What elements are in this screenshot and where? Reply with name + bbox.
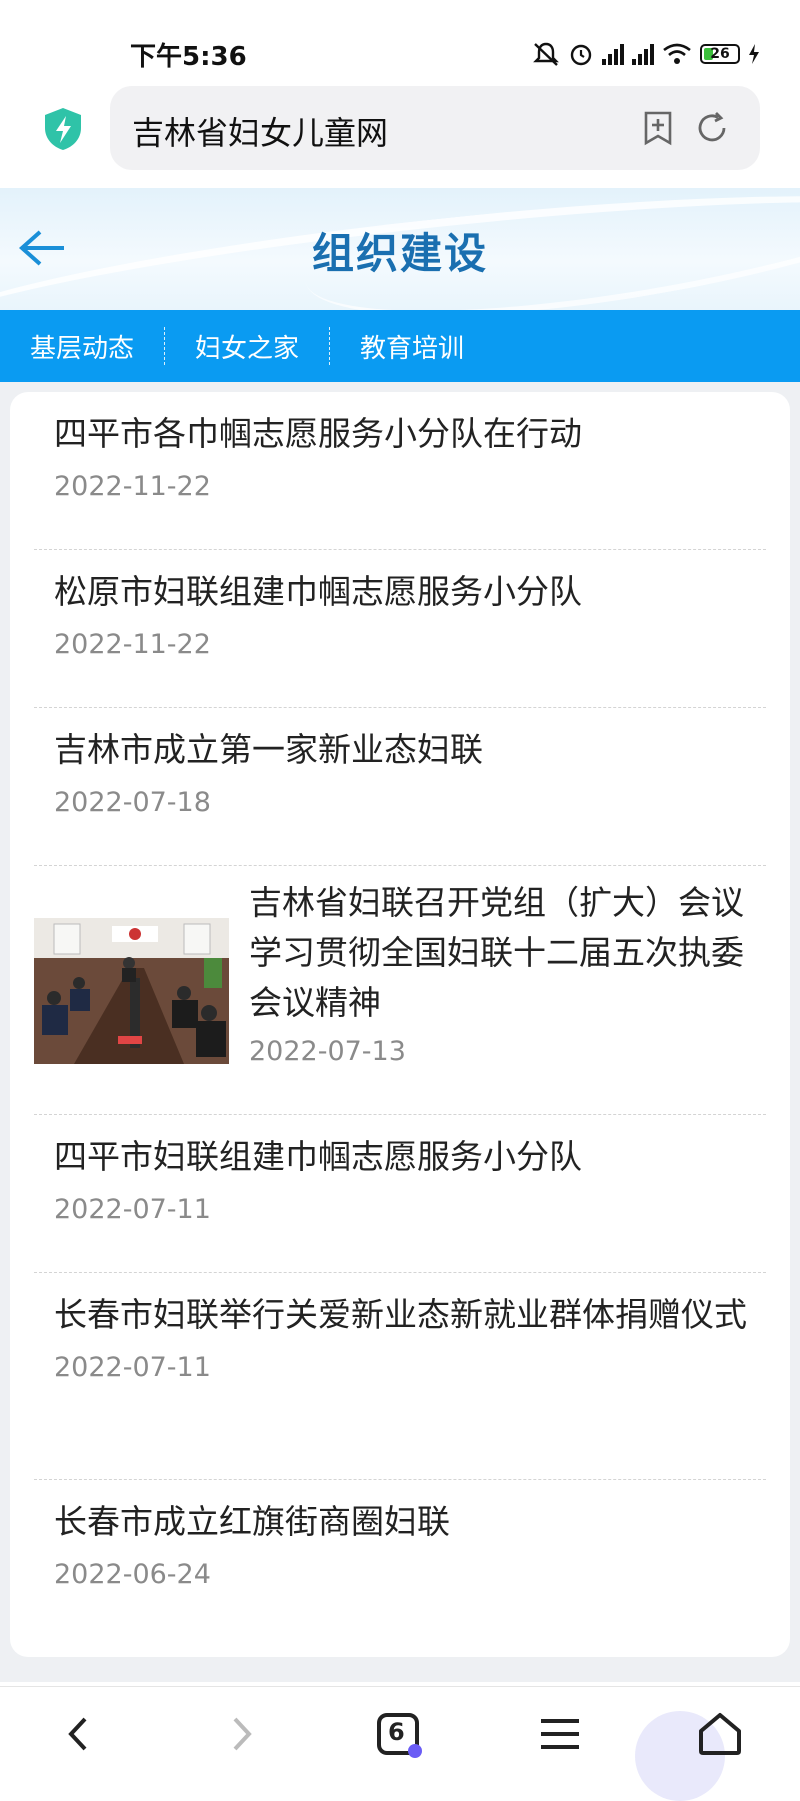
signal-icon-1 (602, 43, 624, 65)
page-title: 组织建设 (311, 229, 488, 278)
wifi-icon (663, 43, 691, 64)
list-item[interactable]: 四平市各巾帼志愿服务小分队在行动 2022-11-22 (34, 392, 766, 550)
list-item[interactable]: 吉林省妇联召开党组（扩大）会议学习贯彻全国妇联十二届五次执委会议精神 2022-… (34, 866, 766, 1115)
charging-icon (749, 44, 759, 64)
refresh-icon[interactable] (694, 110, 730, 146)
alarm-icon (570, 44, 592, 66)
article-list: 四平市各巾帼志愿服务小分队在行动 2022-11-22 松原市妇联组建巾帼志愿服… (10, 392, 790, 1657)
home-icon[interactable] (695, 1709, 745, 1759)
tab-grassroots-news[interactable]: 基层动态 (0, 327, 164, 365)
tab-count: 6 (388, 1718, 405, 1746)
tab-womens-home[interactable]: 妇女之家 (164, 327, 329, 365)
category-tabs: 基层动态 妇女之家 教育培训 (0, 310, 800, 382)
article-thumbnail[interactable] (34, 918, 229, 1064)
url-text[interactable]: 吉林省妇女儿童网 (132, 108, 388, 154)
article-date: 2022-11-22 (54, 471, 211, 502)
status-icons: 26 (532, 36, 760, 72)
nav-forward-icon[interactable] (215, 1709, 265, 1759)
list-item[interactable]: 松原市妇联组建巾帼志愿服务小分队 2022-11-22 (34, 550, 766, 708)
article-title[interactable]: 吉林市成立第一家新业态妇联 (34, 708, 766, 775)
list-item[interactable]: 四平市妇联组建巾帼志愿服务小分队 2022-07-11 (34, 1115, 766, 1273)
article-title[interactable]: 松原市妇联组建巾帼志愿服务小分队 (34, 550, 766, 617)
article-title[interactable]: 四平市妇联组建巾帼志愿服务小分队 (34, 1115, 766, 1182)
menu-icon[interactable] (535, 1709, 585, 1759)
article-title[interactable]: 长春市成立红旗街商圈妇联 (34, 1480, 766, 1547)
article-title[interactable]: 长春市妇联举行关爱新业态新就业群体捐赠仪式 (34, 1273, 766, 1340)
nav-back-icon[interactable] (55, 1709, 105, 1759)
article-date: 2022-07-11 (54, 1194, 211, 1225)
battery-icon: 26 (700, 44, 740, 64)
list-item[interactable]: 长春市妇联举行关爱新业态新就业群体捐赠仪式 2022-07-11 (34, 1273, 766, 1480)
tabs-button[interactable]: 6 (375, 1709, 425, 1759)
article-title[interactable]: 四平市各巾帼志愿服务小分队在行动 (34, 392, 766, 459)
status-time: 下午5:36 (130, 42, 247, 72)
browser-bottom-nav: 6 (0, 1686, 800, 1801)
add-bookmark-icon[interactable] (640, 110, 676, 146)
article-date: 2022-07-11 (54, 1352, 211, 1383)
article-date: 2022-11-22 (54, 629, 211, 660)
list-item[interactable]: 吉林市成立第一家新业态妇联 2022-07-18 (34, 708, 766, 866)
mute-bell-icon (533, 42, 559, 66)
page-header: 组织建设 (0, 188, 800, 310)
browser-toolbar: 吉林省妇女儿童网 (0, 80, 800, 188)
tab-education-training[interactable]: 教育培训 (329, 327, 494, 365)
battery-level: 26 (710, 46, 730, 62)
address-bar[interactable]: 吉林省妇女儿童网 (110, 86, 760, 170)
security-shield-icon[interactable] (42, 106, 84, 152)
article-date: 2022-06-24 (54, 1559, 211, 1590)
article-date: 2022-07-18 (54, 787, 211, 818)
signal-icon-2 (632, 43, 654, 65)
list-item[interactable]: 长春市成立红旗街商圈妇联 2022-06-24 (34, 1480, 766, 1637)
status-bar: 下午5:36 26 (0, 0, 800, 80)
